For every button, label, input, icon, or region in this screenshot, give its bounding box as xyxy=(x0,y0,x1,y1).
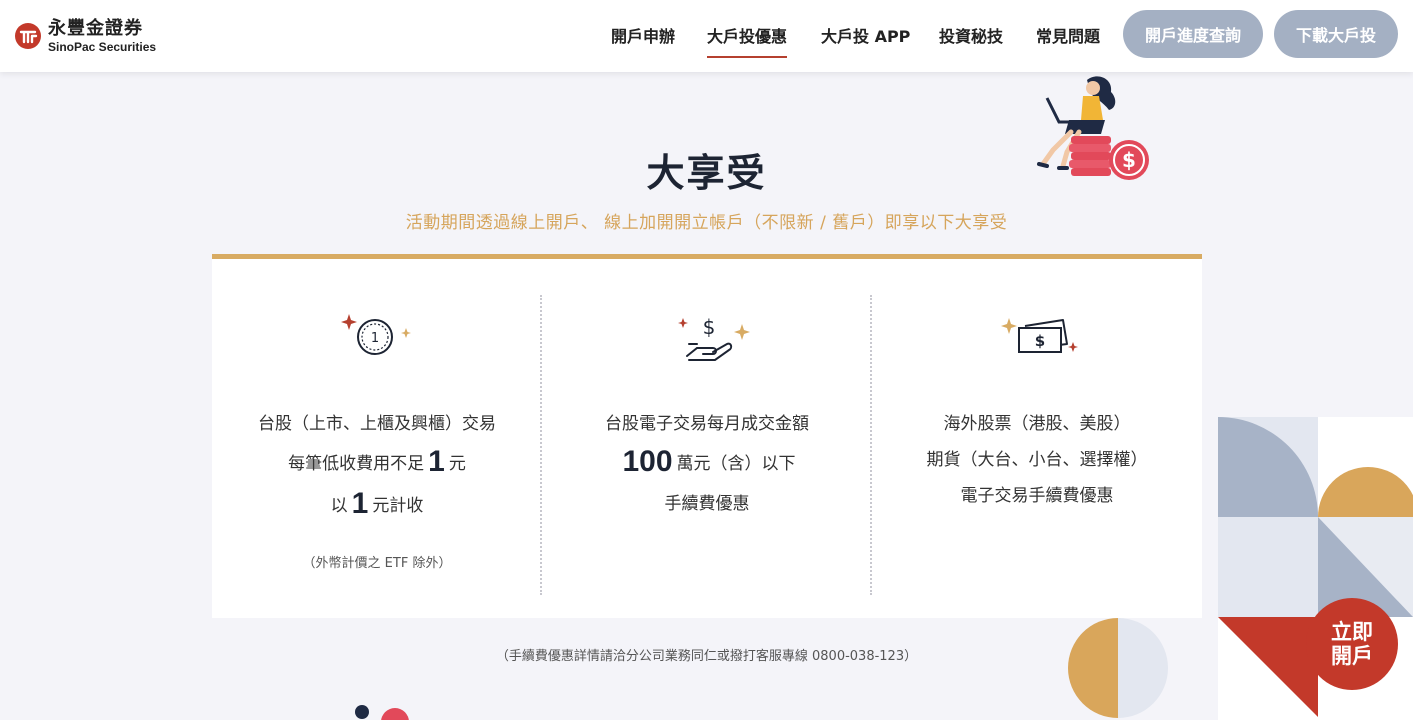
svg-text:$: $ xyxy=(1035,332,1045,350)
benefit-text: 每筆低收費用不足 1 元 xyxy=(288,445,466,478)
footnote: （手續費優惠詳情請洽分公司業務同仁或撥打客服專線 0800-038-123） xyxy=(495,649,918,664)
benefit-text: 期貨（大台、小台、選擇權） xyxy=(926,450,1148,470)
benefit-text: 電子交易手續費優惠 xyxy=(960,486,1114,506)
page-title: 大享受 xyxy=(646,151,767,195)
cta-line-2: 開戶 xyxy=(1331,644,1373,668)
nav-promotions[interactable]: 大戶投優惠 xyxy=(707,23,788,58)
nav-faq[interactable]: 常見問題 xyxy=(1036,23,1100,47)
benefit-column-taiwan-stock: 1 台股（上市、上櫃及興櫃）交易 每筆低收費用不足 1 元 以 1 元計收 （外幣計價之… xyxy=(212,259,542,623)
benefit-text: 海外股票（港股、美股） xyxy=(943,414,1131,434)
cta-line-1: 立即 xyxy=(1331,619,1373,644)
progress-query-button[interactable]: 開戶進度查詢 xyxy=(1123,10,1263,58)
benefit-column-e-trading: $ 台股電子交易每月成交金額 100 萬元（含）以下 手續費優惠 xyxy=(542,259,872,623)
nav-account-opening[interactable]: 開戶申辦 xyxy=(611,23,675,47)
benefit-text: 台股（上市、上櫃及興櫃）交易 xyxy=(258,414,496,434)
nav-investing-tips[interactable]: 投資秘技 xyxy=(939,23,1003,47)
half-circle-decoration-icon xyxy=(1068,618,1168,718)
benefit-note: （外幣計價之 ETF 除外） xyxy=(302,556,452,571)
banknote-icon: $ xyxy=(1001,318,1078,353)
open-account-cta-button[interactable]: 立即 開戶 xyxy=(1306,598,1398,690)
main-nav: 開戶申辦 大戶投優惠 大戶投 APP 投資秘技 常見問題 開戶進度查詢 下載大戶… xyxy=(0,0,1413,72)
benefit-text: 台股電子交易每月成交金額 xyxy=(605,414,809,434)
page-subtitle: 活動期間透過線上開戶、 線上加開開立帳戶（不限新 / 舊戶）即享以下大享受 xyxy=(405,213,1008,233)
nav-app[interactable]: 大戶投 APP xyxy=(821,23,910,47)
hand-dollar-icon: $ xyxy=(678,315,750,361)
coin-one-icon: 1 xyxy=(341,314,411,355)
benefits-card: 1 台股（上市、上櫃及興櫃）交易 每筆低收費用不足 1 元 以 1 元計收 （外幣計價之… xyxy=(212,254,1202,618)
benefit-text: 手續費優惠 xyxy=(664,494,750,514)
benefit-text: 100 萬元（含）以下 xyxy=(622,445,796,478)
download-app-button[interactable]: 下載大戶投 xyxy=(1274,10,1398,58)
benefit-column-overseas: $ 海外股票（港股、美股） 期貨（大台、小台、選擇權） 電子交易手續費優惠 xyxy=(872,259,1202,623)
svg-text:1: 1 xyxy=(371,331,379,346)
partial-illustration-icon xyxy=(355,705,409,720)
benefit-text: 以 1 元計收 xyxy=(330,487,424,520)
svg-text:$: $ xyxy=(703,315,716,339)
site-header: 永豐金證券 SinoPac Securities 開戶申辦 大戶投優惠 大戶投 … xyxy=(0,0,1413,72)
